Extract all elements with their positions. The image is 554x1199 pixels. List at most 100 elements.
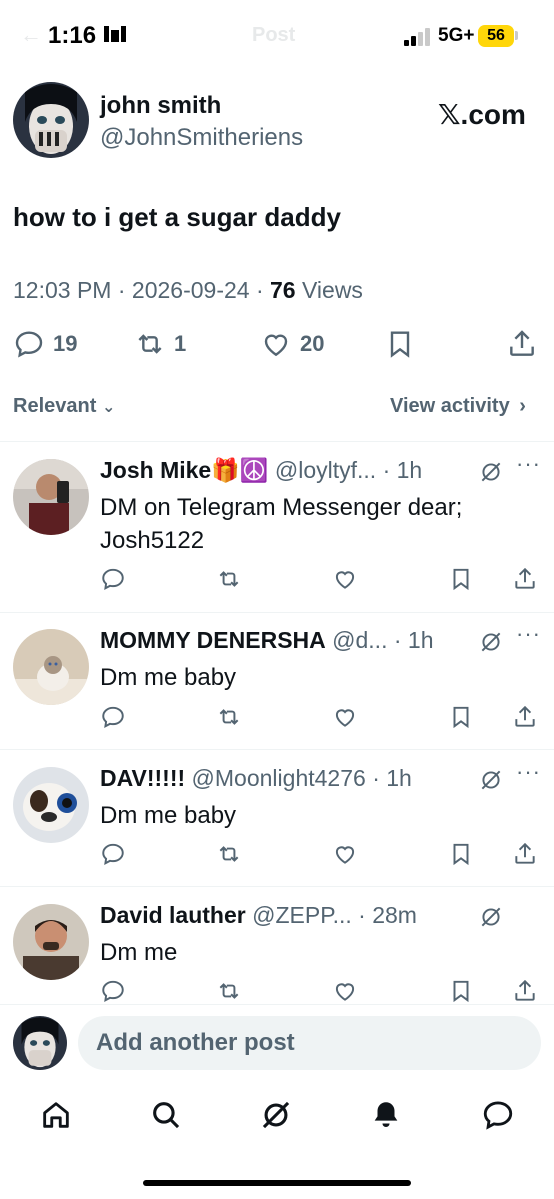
- reply-header: David lauther @ZEPP... · 28m: [100, 902, 417, 928]
- post-action-bar: 19 1 20: [0, 323, 554, 365]
- grok-icon[interactable]: [478, 459, 504, 485]
- grok-icon[interactable]: [478, 767, 504, 793]
- repost-icon[interactable]: [216, 704, 242, 730]
- sort-dropdown[interactable]: Relevant ⌄: [13, 395, 115, 418]
- avatar[interactable]: [13, 459, 89, 535]
- share-icon[interactable]: [512, 704, 538, 730]
- reply-text: DM on Telegram Messenger dear; Josh5122: [100, 494, 463, 554]
- bookmark-icon[interactable]: [448, 841, 474, 867]
- home-icon[interactable]: [39, 1098, 73, 1132]
- reply-author-handle[interactable]: @Moonlight4276: [192, 765, 366, 791]
- avatar[interactable]: [13, 767, 89, 843]
- reply-author-name[interactable]: David lauther: [100, 902, 246, 928]
- avatar[interactable]: [13, 904, 89, 980]
- reply-author-handle[interactable]: @d...: [332, 627, 387, 653]
- status-bar: ← 1:16 Post 5G+ 56: [0, 0, 554, 72]
- grok-icon[interactable]: [478, 904, 504, 930]
- bookmark-icon[interactable]: [448, 978, 474, 1004]
- divider: [0, 441, 554, 442]
- post-meta: 12:03 PM · 2026-09-24 · 76 Views: [13, 277, 363, 303]
- reply-author-name[interactable]: MOMMY DENERSHA: [100, 627, 326, 653]
- divider: [0, 612, 554, 613]
- post-text: how to i get a sugar daddy: [13, 202, 341, 232]
- reply-icon[interactable]: [100, 978, 126, 1004]
- divider: [0, 749, 554, 750]
- repost-count: 1: [174, 331, 187, 356]
- status-time: 1:16: [48, 22, 97, 49]
- more-icon[interactable]: ···: [516, 621, 541, 647]
- post-date: 2026-09-24: [131, 277, 250, 303]
- heart-icon: [264, 334, 288, 357]
- view-activity-link[interactable]: View activity ›: [390, 395, 526, 418]
- bookmark-icon: [390, 331, 410, 358]
- share-icon[interactable]: [512, 978, 538, 1004]
- reply-header: MOMMY DENERSHA @d... · 1h: [100, 627, 434, 653]
- reply-count: 19: [53, 331, 78, 356]
- avatar[interactable]: [13, 629, 89, 705]
- heart-icon[interactable]: [332, 978, 358, 1004]
- reply-text: Dm me: [100, 939, 178, 966]
- brand-logo: 𝕏.com: [438, 99, 526, 130]
- repost-icon[interactable]: [216, 978, 242, 1004]
- author-handle[interactable]: @JohnSmitheriens: [100, 124, 303, 152]
- share-icon[interactable]: [512, 566, 538, 592]
- reply-author-handle[interactable]: @ZEPP...: [252, 902, 352, 928]
- reply-header: DAV!!!!! @Moonlight4276 · 1h: [100, 765, 412, 791]
- bookmark-button[interactable]: [384, 323, 416, 365]
- repost-button[interactable]: 1: [134, 323, 186, 365]
- author-avatar[interactable]: [13, 82, 89, 158]
- reply-action-bar: [0, 978, 554, 1006]
- bookmark-icon[interactable]: [448, 566, 474, 592]
- heart-icon[interactable]: [332, 704, 358, 730]
- like-count: 20: [300, 331, 325, 356]
- repost-icon[interactable]: [216, 566, 242, 592]
- reply-author-name[interactable]: DAV!!!!!: [100, 765, 185, 791]
- reply-author-handle[interactable]: @loyltyf...: [275, 457, 376, 483]
- grok-icon[interactable]: [478, 629, 504, 655]
- reply-time: 28m: [372, 902, 417, 928]
- reply-action-bar: [0, 704, 554, 732]
- reply-icon[interactable]: [100, 841, 126, 867]
- compose-input[interactable]: Add another post: [78, 1016, 541, 1070]
- share-button[interactable]: [506, 323, 538, 365]
- divider: [0, 1004, 554, 1005]
- reply-icon[interactable]: [100, 566, 126, 592]
- divider: [0, 886, 554, 887]
- repost-icon[interactable]: [216, 841, 242, 867]
- share-icon[interactable]: [512, 841, 538, 867]
- sort-label: Relevant: [13, 395, 97, 417]
- network-type: 5G+: [438, 25, 475, 46]
- author-name[interactable]: john smith: [100, 92, 221, 120]
- messages-icon[interactable]: [481, 1098, 515, 1132]
- reply-text: Dm me baby: [100, 664, 237, 691]
- reply-button[interactable]: 19: [13, 323, 77, 365]
- like-button[interactable]: 20: [260, 323, 324, 365]
- reply-header: Josh Mike🎁☮️ @loyltyf... · 1h: [100, 457, 423, 483]
- grok-icon[interactable]: [259, 1098, 293, 1132]
- more-icon[interactable]: ···: [516, 759, 541, 785]
- bookmark-icon[interactable]: [448, 704, 474, 730]
- chevron-down-icon: ⌄: [101, 399, 116, 416]
- reply-action-bar: [0, 841, 554, 869]
- screen-title: Post: [252, 24, 296, 46]
- signal-icon: [404, 28, 434, 46]
- views-label: Views: [302, 277, 363, 303]
- reply-icon[interactable]: [100, 704, 126, 730]
- compose-avatar: [13, 1016, 67, 1070]
- post-time: 12:03 PM: [13, 277, 112, 303]
- views-count: 76: [270, 277, 296, 303]
- reply-time: 1h: [396, 457, 423, 483]
- home-indicator[interactable]: [143, 1180, 411, 1186]
- heart-icon[interactable]: [332, 566, 358, 592]
- sleep-mode-icon: [104, 24, 130, 49]
- reply-action-bar: [0, 566, 554, 594]
- reply-time: 1h: [407, 627, 434, 653]
- reply-text: Dm me baby: [100, 802, 237, 829]
- search-icon[interactable]: [149, 1098, 183, 1132]
- notifications-icon[interactable]: [369, 1098, 403, 1132]
- reply-author-name[interactable]: Josh Mike🎁☮️: [100, 457, 268, 483]
- more-icon[interactable]: ···: [516, 451, 541, 477]
- view-activity-label: View activity: [390, 395, 510, 417]
- back-arrow-icon[interactable]: ←: [20, 22, 42, 48]
- heart-icon[interactable]: [332, 841, 358, 867]
